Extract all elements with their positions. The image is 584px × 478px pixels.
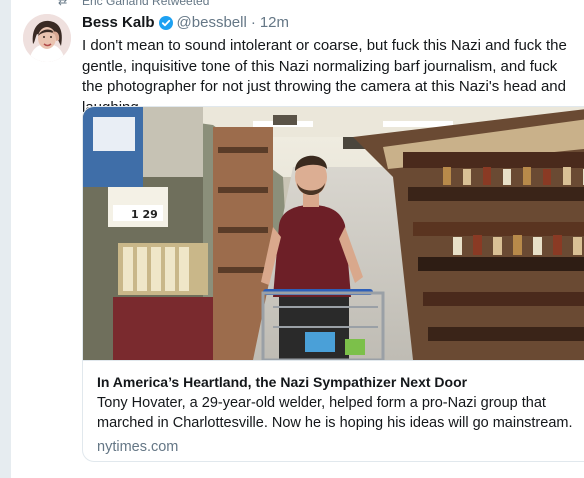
card-image[interactable]: 1 29 xyxy=(83,107,584,360)
card-body[interactable]: In America’s Heartland, the Nazi Sympath… xyxy=(83,360,584,461)
verified-badge-icon xyxy=(158,15,173,30)
retweet-icon: ⇄ xyxy=(58,0,68,8)
link-card[interactable]: 1 29 In America’s Heartland, the Nazi Sy… xyxy=(82,106,584,462)
avatar[interactable] xyxy=(23,14,71,62)
separator-dot: · xyxy=(250,14,256,31)
tweet-header: Bess Kalb @bessbell · 12m xyxy=(82,14,289,31)
retweet-context-label[interactable]: Eric Garland Retweeted xyxy=(82,0,209,8)
card-price-tag: 1 29 xyxy=(131,208,158,221)
display-name[interactable]: Bess Kalb xyxy=(82,14,155,31)
timeline-rail xyxy=(0,0,11,478)
timestamp-link[interactable]: 12m xyxy=(260,14,289,31)
retweet-context: ⇄ Eric Garland Retweeted xyxy=(58,0,209,8)
card-description: Tony Hovater, a 29-year-old welder, help… xyxy=(97,395,573,431)
card-title[interactable]: In America’s Heartland, the Nazi Sympath… xyxy=(97,373,584,392)
card-domain: nytimes.com xyxy=(97,439,179,455)
user-handle[interactable]: @bessbell xyxy=(177,14,247,31)
